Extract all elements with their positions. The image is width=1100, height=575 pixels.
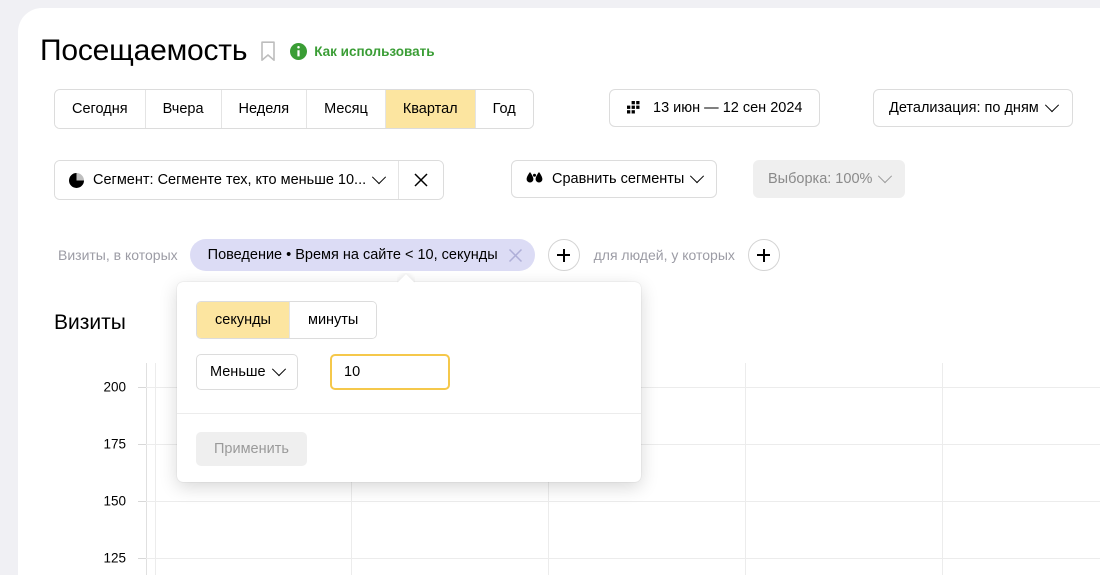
visits-condition-label: Визиты, в которых bbox=[58, 247, 178, 263]
date-range-label: 13 июн — 12 сен 2024 bbox=[653, 100, 802, 116]
period-tab-quarter[interactable]: Квартал bbox=[386, 90, 476, 128]
info-circle-icon bbox=[290, 43, 307, 60]
axis-tick bbox=[138, 501, 146, 502]
operator-label: Меньше bbox=[210, 364, 266, 380]
detail-level-dropdown[interactable]: Детализация: по дням bbox=[873, 89, 1073, 127]
plus-icon bbox=[757, 249, 770, 262]
axis-tick bbox=[138, 387, 146, 388]
chevron-down-icon bbox=[690, 169, 704, 183]
y-tick-label: 175 bbox=[103, 437, 126, 452]
period-tab-month[interactable]: Месяц bbox=[307, 90, 386, 128]
gridline-horizontal bbox=[146, 558, 1100, 559]
apply-button[interactable]: Применить bbox=[196, 432, 307, 466]
compare-segments-button[interactable]: Сравнить сегменты bbox=[511, 160, 717, 198]
calendar-grid-icon bbox=[627, 101, 642, 116]
add-people-condition-button[interactable] bbox=[748, 239, 780, 271]
gridline-vertical bbox=[942, 363, 943, 575]
period-tab-year[interactable]: Год bbox=[476, 90, 533, 128]
page-title: Посещаемость bbox=[40, 34, 247, 68]
filter-chip-label: Поведение • Время на сайте < 10, секунды bbox=[208, 247, 498, 263]
sampling-label: Выборка: 100% bbox=[768, 171, 872, 187]
y-tick-label: 150 bbox=[103, 494, 126, 509]
popup-divider bbox=[177, 413, 641, 414]
segment-control: Сегмент: Сегменте тех, кто меньше 10... bbox=[54, 160, 444, 200]
date-range-button[interactable]: 13 июн — 12 сен 2024 bbox=[609, 89, 820, 127]
filter-value-input[interactable] bbox=[330, 354, 450, 390]
segment-clear-button[interactable] bbox=[399, 161, 443, 199]
close-x-icon[interactable] bbox=[508, 248, 523, 263]
unit-toggle: секунды минуты bbox=[196, 301, 377, 339]
title-row: Посещаемость Как использовать bbox=[40, 28, 435, 74]
unit-option-minutes[interactable]: минуты bbox=[290, 302, 376, 338]
gridline-vertical bbox=[745, 363, 746, 575]
chevron-down-icon bbox=[372, 170, 386, 184]
period-tab-week[interactable]: Неделя bbox=[222, 90, 308, 128]
add-visit-condition-button[interactable] bbox=[548, 239, 580, 271]
filter-chip-time-on-site[interactable]: Поведение • Время на сайте < 10, секунды bbox=[190, 239, 535, 271]
pie-chart-icon bbox=[69, 173, 84, 188]
segment-select-button[interactable]: Сегмент: Сегменте тех, кто меньше 10... bbox=[55, 161, 399, 199]
y-axis-labels: 200 175 150 125 bbox=[54, 363, 126, 575]
filter-condition-row: Визиты, в которых Поведение • Время на с… bbox=[58, 238, 780, 272]
chevron-down-icon bbox=[1045, 98, 1059, 112]
report-card: Посещаемость Как использовать Сегодня Вч… bbox=[18, 8, 1100, 575]
close-x-icon bbox=[414, 173, 428, 187]
people-condition-label: для людей, у которых bbox=[594, 247, 735, 263]
segment-label: Сегмент: Сегменте тех, кто меньше 10... bbox=[93, 172, 366, 188]
axis-tick bbox=[138, 444, 146, 445]
detail-level-label: Детализация: по дням bbox=[889, 100, 1039, 116]
axis-tick bbox=[138, 558, 146, 559]
bookmark-icon[interactable] bbox=[260, 41, 276, 62]
compare-segments-label: Сравнить сегменты bbox=[552, 171, 684, 187]
period-tab-today[interactable]: Сегодня bbox=[55, 90, 146, 128]
plus-icon bbox=[557, 249, 570, 262]
compare-drops-icon bbox=[526, 172, 543, 186]
sampling-dropdown[interactable]: Выборка: 100% bbox=[753, 160, 905, 198]
chevron-down-icon bbox=[272, 362, 286, 376]
popup-arrow bbox=[397, 273, 415, 283]
y-tick-label: 200 bbox=[103, 380, 126, 395]
period-tabs: Сегодня Вчера Неделя Месяц Квартал Год bbox=[54, 89, 534, 129]
y-axis-line bbox=[146, 363, 147, 575]
chevron-down-icon bbox=[878, 169, 892, 183]
y-tick-label: 125 bbox=[103, 551, 126, 566]
gridline-vertical bbox=[155, 363, 156, 575]
gridline-horizontal bbox=[146, 501, 1100, 502]
unit-option-seconds[interactable]: секунды bbox=[197, 302, 290, 338]
how-to-use-label: Как использовать bbox=[314, 44, 434, 59]
period-tab-yesterday[interactable]: Вчера bbox=[146, 90, 222, 128]
chart-title: Визиты bbox=[54, 311, 126, 335]
how-to-use-link[interactable]: Как использовать bbox=[290, 43, 434, 60]
filter-edit-popup: секунды минуты Меньше Применить bbox=[177, 282, 641, 482]
operator-dropdown[interactable]: Меньше bbox=[196, 354, 298, 390]
